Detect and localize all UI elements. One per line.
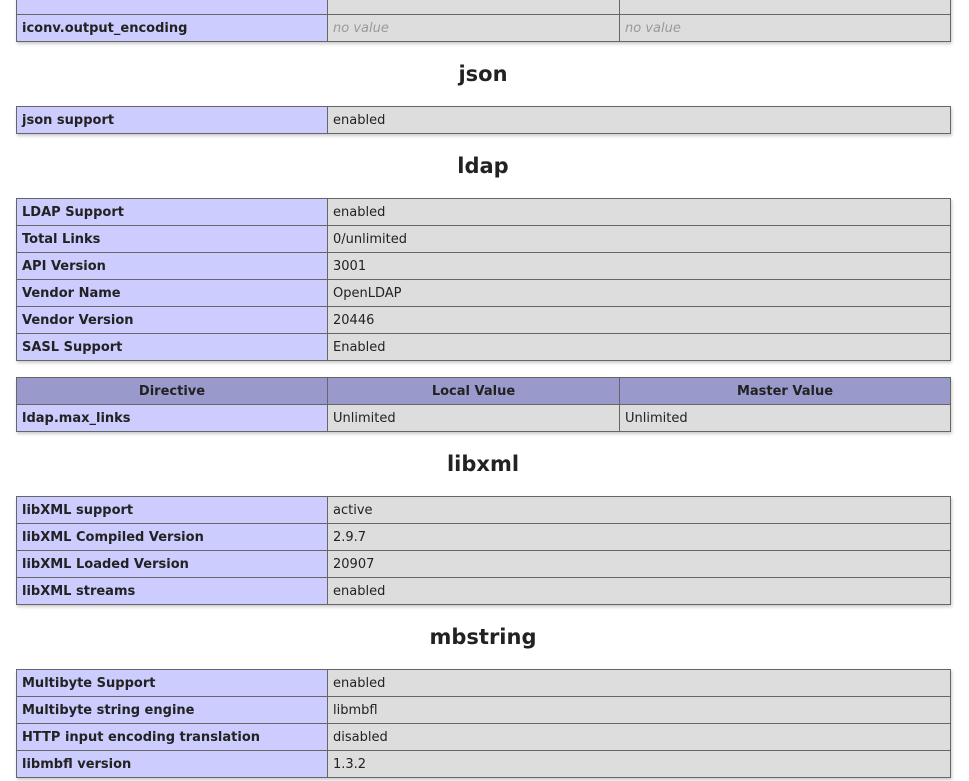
row-label: libmbfl version (16, 750, 328, 778)
column-header-master-value: Master Value (619, 377, 951, 405)
table-row: libXML Loaded Version 20907 (16, 550, 951, 578)
section-title-json: json (458, 62, 508, 86)
column-header-local-value: Local Value (327, 377, 620, 405)
table-row: libXML Compiled Version 2.9.7 (16, 523, 951, 551)
row-value: enabled (327, 106, 951, 134)
row-value: enabled (327, 198, 951, 226)
column-header-directive: Directive (16, 377, 328, 405)
row-label: Vendor Version (16, 306, 328, 334)
table-row: iconv.output_encoding no value no value (16, 14, 951, 42)
table-row (16, 0, 951, 15)
row-label: json support (16, 106, 328, 134)
table-row: API Version 3001 (16, 252, 951, 280)
row-label: LDAP Support (16, 198, 328, 226)
section-title-libxml: libxml (446, 452, 520, 476)
row-value: Enabled (327, 333, 951, 361)
directive-name (16, 0, 328, 15)
local-value: Unlimited (327, 404, 620, 432)
iconv-directives-table: iconv.output_encoding no value no value (16, 0, 951, 42)
mbstring-info-table: Multibyte Support enabled Multibyte stri… (16, 669, 951, 778)
row-value: OpenLDAP (327, 279, 951, 307)
row-value: 2.9.7 (327, 523, 951, 551)
master-value: Unlimited (619, 404, 951, 432)
table-row: Vendor Version 20446 (16, 306, 951, 334)
row-label: libXML Compiled Version (16, 523, 328, 551)
json-info-table: json support enabled (16, 106, 951, 134)
master-value: no value (619, 14, 951, 42)
row-value: enabled (327, 577, 951, 605)
ldap-info-table: LDAP Support enabled Total Links 0/unlim… (16, 198, 951, 361)
row-label: Multibyte string engine (16, 696, 328, 724)
table-row: Total Links 0/unlimited (16, 225, 951, 253)
table-row: libXML support active (16, 496, 951, 524)
table-gap (16, 361, 950, 377)
row-value: 1.3.2 (327, 750, 951, 778)
row-value: 0/unlimited (327, 225, 951, 253)
row-label: Multibyte Support (16, 669, 328, 697)
row-value: 20907 (327, 550, 951, 578)
master-value (619, 0, 951, 15)
table-row: ldap.max_links Unlimited Unlimited (16, 404, 951, 432)
table-row: Multibyte string engine libmbfl (16, 696, 951, 724)
local-value: no value (327, 14, 620, 42)
row-label: HTTP input encoding translation (16, 723, 328, 751)
phpinfo-page: iconv.output_encoding no value no value … (16, 0, 951, 778)
table-row: HTTP input encoding translation disabled (16, 723, 951, 751)
row-label: libXML streams (16, 577, 328, 605)
ldap-directives-table: Directive Local Value Master Value ldap.… (16, 377, 951, 432)
row-value: libmbfl (327, 696, 951, 724)
section-title-mbstring: mbstring (429, 625, 537, 649)
section-title-ldap: ldap (457, 154, 509, 178)
row-label: libXML support (16, 496, 328, 524)
row-label: Total Links (16, 225, 328, 253)
table-row: Multibyte Support enabled (16, 669, 951, 697)
table-row: libmbfl version 1.3.2 (16, 750, 951, 778)
row-label: API Version (16, 252, 328, 280)
row-value: active (327, 496, 951, 524)
table-row: Vendor Name OpenLDAP (16, 279, 951, 307)
row-label: libXML Loaded Version (16, 550, 328, 578)
table-row: json support enabled (16, 106, 951, 134)
table-row: LDAP Support enabled (16, 198, 951, 226)
row-value: enabled (327, 669, 951, 697)
row-value: 3001 (327, 252, 951, 280)
table-header-row: Directive Local Value Master Value (16, 377, 951, 405)
directive-name: iconv.output_encoding (16, 14, 328, 42)
libxml-info-table: libXML support active libXML Compiled Ve… (16, 496, 951, 605)
row-label: Vendor Name (16, 279, 328, 307)
table-row: SASL Support Enabled (16, 333, 951, 361)
local-value (327, 0, 620, 15)
row-value: 20446 (327, 306, 951, 334)
row-label: SASL Support (16, 333, 328, 361)
table-row: libXML streams enabled (16, 577, 951, 605)
row-value: disabled (327, 723, 951, 751)
directive-name: ldap.max_links (16, 404, 328, 432)
